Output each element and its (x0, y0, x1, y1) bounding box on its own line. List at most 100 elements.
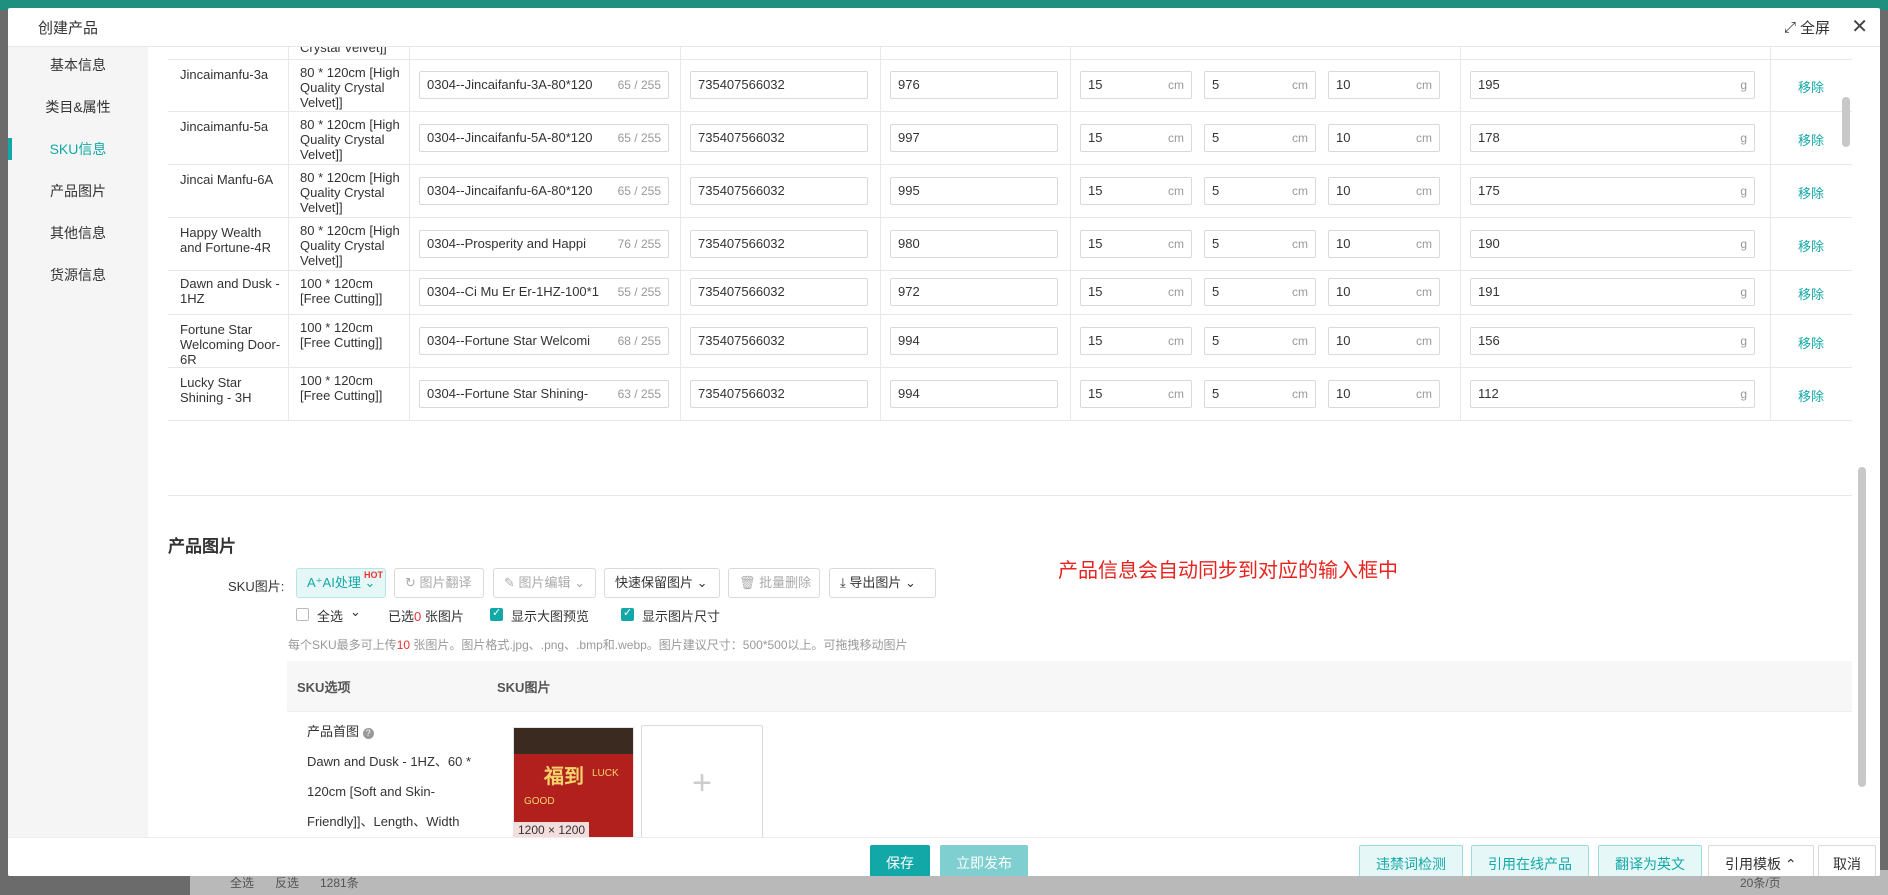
stock-input[interactable]: 980 (890, 230, 1058, 258)
sku-title-input[interactable]: 0304--Ci Mu Er Er-1HZ-100*1 55 / 255 (419, 278, 669, 306)
remove-link[interactable]: 移除 (1770, 77, 1852, 96)
side-nav-other-info[interactable]: 其他信息 (8, 218, 148, 248)
cancel-button[interactable]: 取消 (1818, 845, 1876, 876)
upload-image-box[interactable]: + (641, 725, 763, 842)
sku-title-input[interactable]: 0304--Fortune Star Welcomi 68 / 255 (419, 327, 669, 355)
height-input[interactable]: 10 cm (1328, 327, 1440, 355)
weight-input[interactable]: 156 g (1470, 327, 1755, 355)
content-scrollbar[interactable] (1858, 467, 1866, 787)
main-content: Crystal Velvet]] Jincaimanfu-3a 80 * 120c… (148, 47, 1880, 842)
sku-name: Dawn and Dusk - 1HZ (180, 276, 280, 306)
sku-spec: 80 * 120cm [High Quality Crystal Velvet]… (300, 117, 400, 162)
hot-badge: HOT (364, 570, 383, 580)
sku-title-input[interactable]: 0304--Jincaifanfu-6A-80*120 65 / 255 (419, 177, 669, 205)
stock-input[interactable]: 994 (890, 380, 1058, 408)
batch-delete-button[interactable]: 🗑 批量删除 (728, 568, 820, 598)
sku-code-input[interactable]: 735407566032 (690, 230, 868, 258)
quick-keep-images-button[interactable]: 快速保留图片 ⌄ (604, 568, 720, 598)
sku-name: Fortune Star Welcoming Door-6R (180, 322, 281, 367)
translate-to-english-button[interactable]: 翻译为英文 (1598, 845, 1702, 876)
select-all-chevron-icon[interactable]: ⌄ (350, 604, 361, 620)
cite-template-button[interactable]: 引用模板 ⌃ (1708, 845, 1814, 876)
length-input[interactable]: 15 cm (1080, 278, 1192, 306)
fullscreen-button[interactable]: ⤢ 全屏 (1784, 17, 1830, 38)
width-input[interactable]: 5 cm (1204, 71, 1316, 99)
stock-input[interactable]: 972 (890, 278, 1058, 306)
remove-link[interactable]: 移除 (1770, 284, 1852, 303)
table-row: Fortune Star Welcoming Door-6R 100 * 120c… (168, 314, 1852, 368)
thumb-text-good: GOOD (524, 796, 555, 807)
sku-code-input[interactable]: 735407566032 (690, 177, 868, 205)
sku-code-input[interactable]: 735407566032 (690, 380, 868, 408)
height-input[interactable]: 10 cm (1328, 124, 1440, 152)
sku-name: Lucky Star Shining - 3H (180, 375, 252, 405)
sku-title-input[interactable]: 0304--Jincaifanfu-3A-80*120 65 / 255 (419, 71, 669, 99)
product-thumbnail[interactable]: 福到 GOOD LUCK 1200 × 1200 (513, 727, 634, 839)
remove-link[interactable]: 移除 (1770, 333, 1852, 352)
image-edit-button[interactable]: ✎ 图片编辑 ⌄ (493, 568, 596, 598)
sku-title-input[interactable]: 0304--Prosperity and Happi 76 / 255 (419, 230, 669, 258)
height-input[interactable]: 10 cm (1328, 278, 1440, 306)
length-input[interactable]: 15 cm (1080, 380, 1192, 408)
bg-select-all: 全选 (230, 876, 255, 890)
side-nav-product-images[interactable]: 产品图片 (8, 176, 148, 206)
remove-link[interactable]: 移除 (1770, 183, 1852, 202)
width-input[interactable]: 5 cm (1204, 177, 1316, 205)
height-input[interactable]: 10 cm (1328, 71, 1440, 99)
show-size-checkbox[interactable] (621, 606, 634, 621)
width-input[interactable]: 5 cm (1204, 124, 1316, 152)
sku-code-input[interactable]: 735407566032 (690, 327, 868, 355)
remove-link[interactable]: 移除 (1770, 130, 1852, 149)
select-all-checkbox[interactable] (296, 608, 309, 621)
remove-link[interactable]: 移除 (1770, 236, 1852, 255)
weight-input[interactable]: 178 g (1470, 124, 1755, 152)
height-input[interactable]: 10 cm (1328, 177, 1440, 205)
char-count: 65 / 255 (614, 125, 661, 151)
trash-icon: 🗑 (739, 575, 756, 590)
weight-input[interactable]: 112 g (1470, 380, 1755, 408)
height-input[interactable]: 10 cm (1328, 380, 1440, 408)
stock-input[interactable]: 997 (890, 124, 1058, 152)
banned-words-check-button[interactable]: 违禁词检测 (1359, 845, 1463, 876)
show-preview-checkbox[interactable] (490, 606, 503, 621)
table-scrollbar[interactable] (1842, 97, 1850, 147)
sku-code-input[interactable]: 735407566032 (690, 124, 868, 152)
width-input[interactable]: 5 cm (1204, 380, 1316, 408)
cite-online-product-button[interactable]: 引用在线产品 (1471, 845, 1589, 876)
width-input[interactable]: 5 cm (1204, 327, 1316, 355)
publish-now-button[interactable]: 立即发布 (940, 845, 1028, 876)
export-images-button[interactable]: ⤓ 导出图片 ⌄ (829, 568, 936, 598)
stock-input[interactable]: 976 (890, 71, 1058, 99)
length-input[interactable]: 15 cm (1080, 230, 1192, 258)
bg-per-page: 20条/页 (1740, 876, 1781, 890)
side-nav-category[interactable]: 类目&属性 (8, 92, 148, 122)
stock-input[interactable]: 995 (890, 177, 1058, 205)
sku-code-input[interactable]: 735407566032 (690, 278, 868, 306)
sku-title-input[interactable]: 0304--Jincaifanfu-5A-80*120 65 / 255 (419, 124, 669, 152)
length-input[interactable]: 15 cm (1080, 71, 1192, 99)
weight-input[interactable]: 191 g (1470, 278, 1755, 306)
table-row: Dawn and Dusk - 1HZ 100 * 120cm [Free Cut… (168, 270, 1852, 315)
remove-link[interactable]: 移除 (1770, 386, 1852, 405)
save-button[interactable]: 保存 (870, 845, 930, 876)
side-nav-source-info[interactable]: 货源信息 (8, 260, 148, 290)
sku-spec: 80 * 120cm [High Quality Crystal Velvet]… (300, 170, 400, 215)
side-nav-sku-info[interactable]: SKU信息 (8, 134, 148, 164)
ai-process-button[interactable]: A⁺AI处理 ⌄ HOT (296, 568, 386, 598)
stock-input[interactable]: 994 (890, 327, 1058, 355)
sku-title-input[interactable]: 0304--Fortune Star Shining- 63 / 255 (419, 380, 669, 408)
image-translate-button[interactable]: ↻ 图片翻译 (394, 568, 484, 598)
weight-input[interactable]: 175 g (1470, 177, 1755, 205)
weight-input[interactable]: 190 g (1470, 230, 1755, 258)
help-icon[interactable]: ? (362, 728, 374, 739)
close-icon[interactable]: ✕ (1851, 14, 1868, 39)
length-input[interactable]: 15 cm (1080, 177, 1192, 205)
height-input[interactable]: 10 cm (1328, 230, 1440, 258)
length-input[interactable]: 15 cm (1080, 124, 1192, 152)
sku-code-input[interactable]: 735407566032 (690, 71, 868, 99)
width-input[interactable]: 5 cm (1204, 230, 1316, 258)
width-input[interactable]: 5 cm (1204, 278, 1316, 306)
weight-input[interactable]: 195 g (1470, 71, 1755, 99)
length-input[interactable]: 15 cm (1080, 327, 1192, 355)
side-nav-basic-info[interactable]: 基本信息 (8, 50, 148, 80)
